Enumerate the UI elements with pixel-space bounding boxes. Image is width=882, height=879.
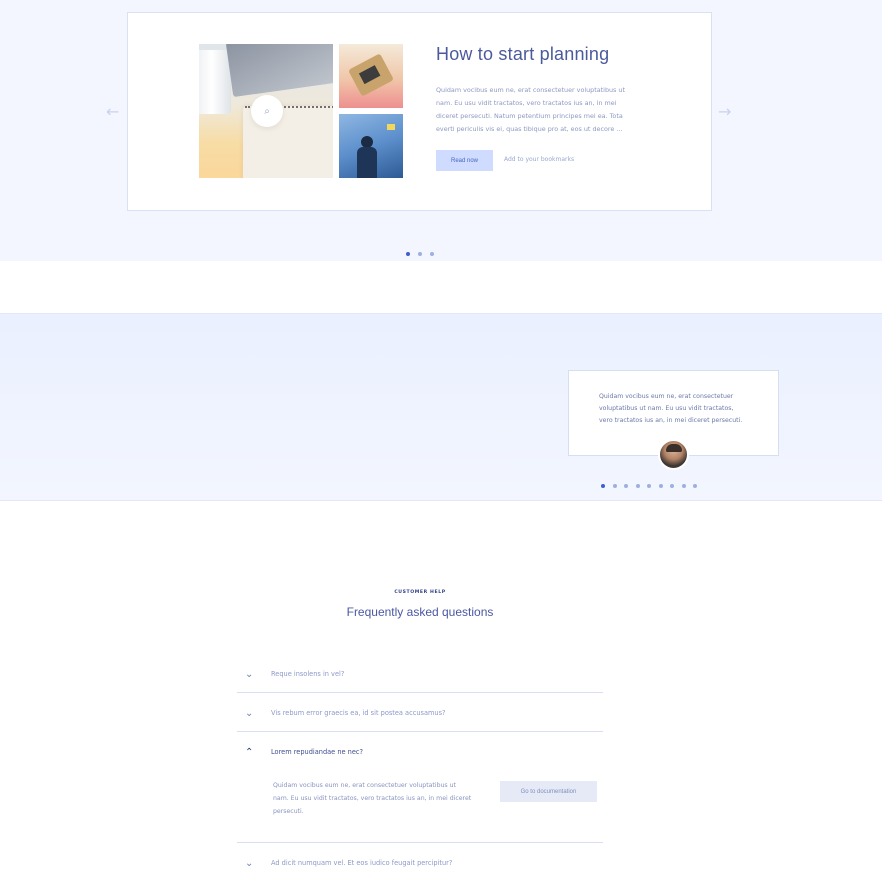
- pagination-dot[interactable]: [647, 484, 651, 488]
- faq-question[interactable]: Ad dicit numquam vel. Et eos iudico feug…: [271, 859, 452, 867]
- pagination-dot[interactable]: [418, 252, 422, 256]
- faq-question[interactable]: Reque insolens in vel?: [271, 670, 344, 678]
- add-bookmark-link[interactable]: Add to your bookmarks: [504, 156, 574, 163]
- faq-title: Frequently asked questions: [346, 605, 494, 619]
- article-image-wallet[interactable]: [339, 44, 403, 108]
- read-now-button[interactable]: Read now: [436, 150, 493, 171]
- article-excerpt: Quidam vocibus eum ne, erat consectetuer…: [436, 86, 625, 133]
- chevron-down-icon[interactable]: ⌄: [245, 670, 255, 680]
- faq-divider: [237, 842, 603, 843]
- testimonial-pagination: [601, 484, 697, 488]
- faq-divider: [237, 731, 603, 732]
- faq-question[interactable]: Vis rebum error graecis ea, id sit poste…: [271, 709, 446, 717]
- chevron-up-icon[interactable]: ⌃: [245, 748, 255, 758]
- faq-answer: Quidam vocibus eum ne, erat consectetuer…: [273, 782, 472, 815]
- pagination-dot[interactable]: [635, 484, 640, 488]
- pagination-dot[interactable]: [681, 484, 686, 488]
- pagination-dot[interactable]: [624, 484, 628, 488]
- prev-arrow-icon[interactable]: ←: [106, 104, 119, 120]
- faq-question[interactable]: Lorem repudiandae ne nec?: [271, 748, 363, 756]
- go-to-documentation-button[interactable]: Go to documentation: [500, 781, 597, 802]
- next-arrow-icon[interactable]: →: [718, 104, 731, 120]
- pagination-dot[interactable]: [612, 484, 617, 488]
- pagination-dot[interactable]: [406, 252, 410, 256]
- faq-divider: [237, 692, 603, 693]
- pagination-dot[interactable]: [601, 484, 605, 488]
- hero-pagination: [406, 252, 434, 256]
- pagination-dot[interactable]: [658, 484, 663, 488]
- chevron-down-icon[interactable]: ⌄: [245, 709, 255, 719]
- search-icon[interactable]: ⌕: [251, 95, 283, 127]
- avatar: [658, 439, 689, 470]
- chevron-down-icon[interactable]: ⌄: [245, 859, 255, 869]
- pagination-dot[interactable]: [670, 484, 674, 488]
- pagination-dot[interactable]: [430, 252, 434, 256]
- article-image-person[interactable]: [339, 114, 403, 178]
- faq-eyebrow: CUSTOMER HELP: [394, 590, 446, 595]
- pagination-dot[interactable]: [693, 484, 697, 488]
- testimonial-quote: Quidam vocibus eum ne, erat consectetuer…: [599, 393, 743, 424]
- article-title: How to start planning: [436, 44, 610, 64]
